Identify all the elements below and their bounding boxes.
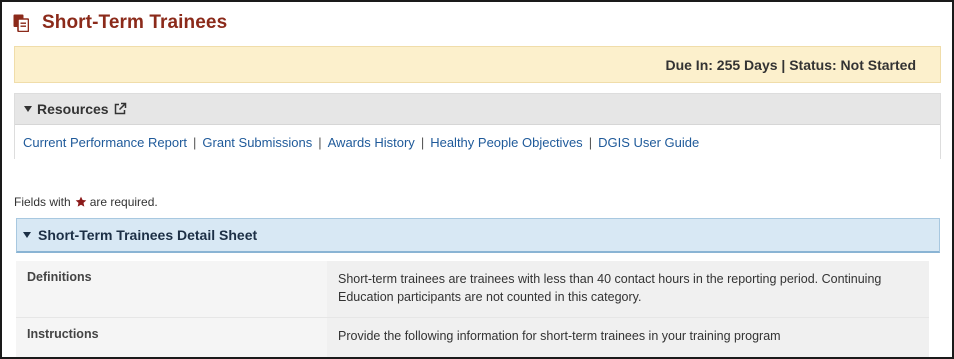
link-healthy-people-objectives[interactable]: Healthy People Objectives	[430, 135, 582, 150]
required-fields-note: Fields with are required.	[14, 195, 158, 209]
link-current-performance-report[interactable]: Current Performance Report	[23, 135, 187, 150]
required-star-icon	[75, 196, 86, 207]
detail-sheet-title: Short-Term Trainees Detail Sheet	[38, 227, 258, 243]
required-note-before: Fields with	[14, 195, 71, 209]
caret-down-icon	[23, 232, 31, 238]
resources-label: Resources	[37, 101, 109, 117]
row-value-definitions: Short-term trainees are trainees with le…	[327, 261, 929, 317]
status-text: Due In: 255 Days | Status: Not Started	[665, 56, 916, 73]
row-label-instructions: Instructions	[16, 318, 327, 357]
link-grant-submissions[interactable]: Grant Submissions	[202, 135, 312, 150]
link-dgis-user-guide[interactable]: DGIS User Guide	[598, 135, 699, 150]
caret-down-icon	[24, 106, 32, 112]
link-separator: |	[318, 134, 322, 150]
resources-links: Current Performance Report | Grant Submi…	[15, 125, 940, 159]
detail-table: Definitions Short-term trainees are trai…	[16, 261, 929, 357]
link-separator: |	[193, 134, 197, 150]
required-note-after: are required.	[89, 195, 158, 209]
detail-sheet-toggle[interactable]: Short-Term Trainees Detail Sheet	[16, 218, 940, 253]
page-frame: Short-Term Trainees Due In: 255 Days | S…	[0, 0, 954, 359]
link-awards-history[interactable]: Awards History	[328, 135, 415, 150]
table-row: Definitions Short-term trainees are trai…	[16, 261, 929, 318]
page-header: Short-Term Trainees	[13, 12, 227, 34]
table-row: Instructions Provide the following infor…	[16, 318, 929, 357]
row-value-instructions: Provide the following information for sh…	[327, 318, 929, 357]
page-title: Short-Term Trainees	[42, 12, 228, 33]
status-bar: Due In: 255 Days | Status: Not Started	[14, 46, 941, 83]
document-copy-icon	[13, 14, 29, 32]
link-separator: |	[588, 134, 593, 150]
external-link-icon[interactable]	[113, 102, 127, 116]
row-label-definitions: Definitions	[16, 261, 327, 317]
resources-panel: Resources Current Performance Report | G…	[14, 93, 941, 159]
link-separator: |	[420, 134, 425, 150]
resources-toggle[interactable]: Resources	[15, 94, 940, 125]
